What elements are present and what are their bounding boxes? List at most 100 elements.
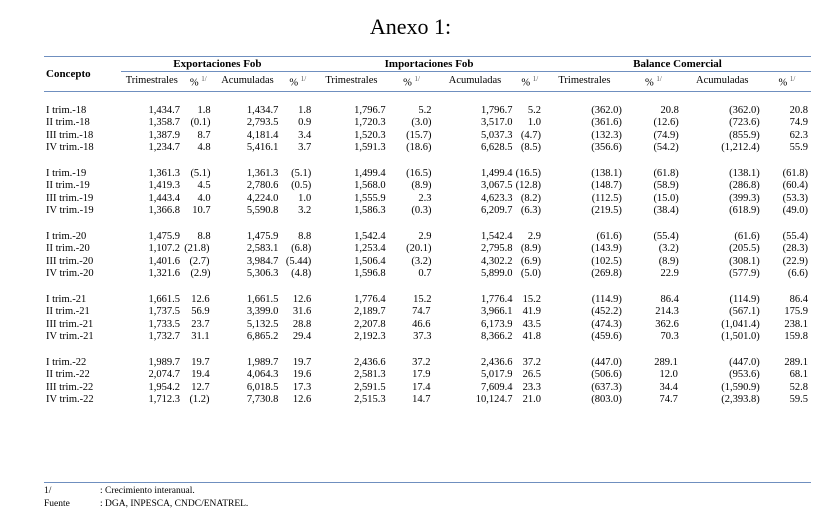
table-row: I trim.-19 1,361.3 (5.1) 1,361.3 (5.1) 1,499.… <box>44 168 811 181</box>
table-cell: 62.3 <box>789 129 808 141</box>
table-cell: (618.9) <box>729 205 760 216</box>
table-cell: (112.5) <box>591 192 622 204</box>
table-cell: 1,253.4 <box>354 243 386 254</box>
table-cell: 1.8 <box>298 104 312 116</box>
table-row: II trim.-21 1,737.5 56.9 3,399.0 31.6 2,189.7… <box>44 306 811 319</box>
subheader-acumuladas: Acumuladas <box>213 71 282 92</box>
table-cell: (3.2) <box>658 243 679 254</box>
row-label: II trim.-19 <box>46 180 90 191</box>
table-cell: 2,591.5 <box>354 381 386 393</box>
table-cell: (3.0) <box>411 117 432 128</box>
table-cell: (1.2) <box>183 394 214 407</box>
table-cell: (474.3) <box>591 318 622 330</box>
table-cell: (138.1) <box>591 167 622 179</box>
table-cell: 6,865.2 <box>246 331 279 342</box>
table-cell: 31.1 <box>183 331 214 344</box>
table-row: II trim.-20 1,107.2 (21.8) 2,583.1 (6.8) 1,25… <box>44 243 811 256</box>
table-cell: (18.6) <box>406 142 432 153</box>
table-cell: (723.6) <box>729 117 760 128</box>
table-row: I trim.-22 1,989.7 19.7 1,989.7 19.7 2,436.6 3… <box>44 357 811 370</box>
table-cell: 37.2 <box>389 357 435 370</box>
table-cell: (15.7) <box>406 129 432 141</box>
table-cell: 3,399.0 <box>246 306 279 317</box>
table-cell: 6,173.9 <box>480 318 513 330</box>
table-cell: 1,661.5 <box>246 293 279 305</box>
table-cell: 6,628.5 <box>480 142 513 153</box>
table-cell: 1,366.8 <box>148 205 180 216</box>
table-cell: (953.6) <box>729 369 760 380</box>
table-cell: (2.7) <box>183 256 214 269</box>
row-label: I trim.-21 <box>46 293 87 305</box>
table-cell: (4.8) <box>291 268 312 279</box>
table-cell: 12.6 <box>292 394 312 405</box>
table-cell: 55.9 <box>789 142 808 153</box>
table-cell: (6.6) <box>787 268 808 279</box>
table-cell: 159.8 <box>784 331 808 342</box>
table-cell: 70.3 <box>660 331 679 342</box>
table-cell: 1,387.9 <box>148 129 180 141</box>
table-cell: 43.5 <box>522 318 541 330</box>
table-cell: (447.0) <box>591 356 622 368</box>
table-cell: (399.3) <box>729 192 760 204</box>
table-cell: (138.1) <box>729 167 760 179</box>
table-cell: 10,124.7 <box>475 394 513 405</box>
table-cell: 238.1 <box>784 318 808 330</box>
table-cell: 1,555.9 <box>354 192 386 204</box>
table-cell: 19.6 <box>292 369 312 380</box>
table-cell: 8.7 <box>197 129 211 141</box>
table-cell: 1,358.7 <box>148 117 180 128</box>
table-cell: 59.5 <box>789 394 808 405</box>
table-cell: 5,590.8 <box>246 205 279 216</box>
table-cell: 5,899.0 <box>480 268 513 279</box>
header-concepto: Concepto <box>44 56 121 92</box>
table-cell: (5.44) <box>285 255 312 267</box>
page-title: Anexo 1: <box>369 14 452 39</box>
table-cell: (1,501.0) <box>721 331 760 342</box>
table-cell: 5,037.3 <box>480 129 513 141</box>
table-cell: 4,181.4 <box>246 129 279 141</box>
footnote-source: Fuente: DGA, INPESCA, CNDC/ENATREL. <box>44 499 249 509</box>
table-cell: (269.8) <box>591 268 622 279</box>
table-cell: 68.1 <box>789 369 808 380</box>
table-cell: (3.2) <box>411 255 432 267</box>
row-label: III trim.-18 <box>46 129 94 141</box>
table-cell: (53.3) <box>782 192 808 204</box>
table-cell: (61.6) <box>596 230 622 242</box>
row-label: II trim.-22 <box>46 369 90 380</box>
table-cell: 2,192.3 <box>354 331 386 342</box>
row-label: II trim.-20 <box>46 243 90 254</box>
table-cell: 74.9 <box>789 117 808 128</box>
table-cell: 2,436.6 <box>354 356 386 368</box>
table-cell: (16.5) <box>515 167 541 179</box>
table-cell: (61.6) <box>734 230 760 242</box>
table-cell: (0.5) <box>291 180 312 191</box>
header-balance: Balance Comercial <box>543 56 811 72</box>
table-cell: 3,966.1 <box>480 306 513 317</box>
table-cell: 1,434.7 <box>246 104 279 116</box>
subheader-pct-trim: % 1/ <box>182 71 214 92</box>
table-cell: 1,499.4 <box>480 167 513 179</box>
subheader-acumuladas: Acumuladas <box>681 71 763 92</box>
table-cell: 1,499.4 <box>354 167 386 179</box>
table-cell: (148.7) <box>591 180 622 191</box>
subheader-pct-acum: % 1/ <box>515 71 544 92</box>
table-cell: 14.7 <box>389 394 435 407</box>
table-cell: 21.0 <box>522 394 541 405</box>
table-row: I trim.-21 1,661.5 12.6 1,661.5 12.6 1,776.4 1… <box>44 294 811 307</box>
table-cell: 8,366.2 <box>480 331 513 342</box>
table-cell: 12.7 <box>183 382 214 395</box>
table-cell: (20.1) <box>406 243 432 254</box>
table-cell: (452.2) <box>591 306 622 317</box>
table-cell: 8.8 <box>197 230 211 242</box>
table-cell: (362.0) <box>591 104 622 116</box>
table-cell: (6.9) <box>520 255 541 267</box>
table-cell: (132.3) <box>591 129 622 141</box>
table-cell: (61.8) <box>782 167 808 179</box>
table-cell: (12.8) <box>515 180 541 191</box>
table-cell: (58.9) <box>653 180 679 191</box>
table-cell: 1.0 <box>527 117 541 128</box>
table-cell: 3.4 <box>298 129 312 141</box>
table-cell: (4.7) <box>520 129 541 141</box>
table-row: III trim.-22 1,954.2 12.7 6,018.5 17.3 2,591.… <box>44 382 811 395</box>
table-cell: 1,568.0 <box>354 180 386 191</box>
